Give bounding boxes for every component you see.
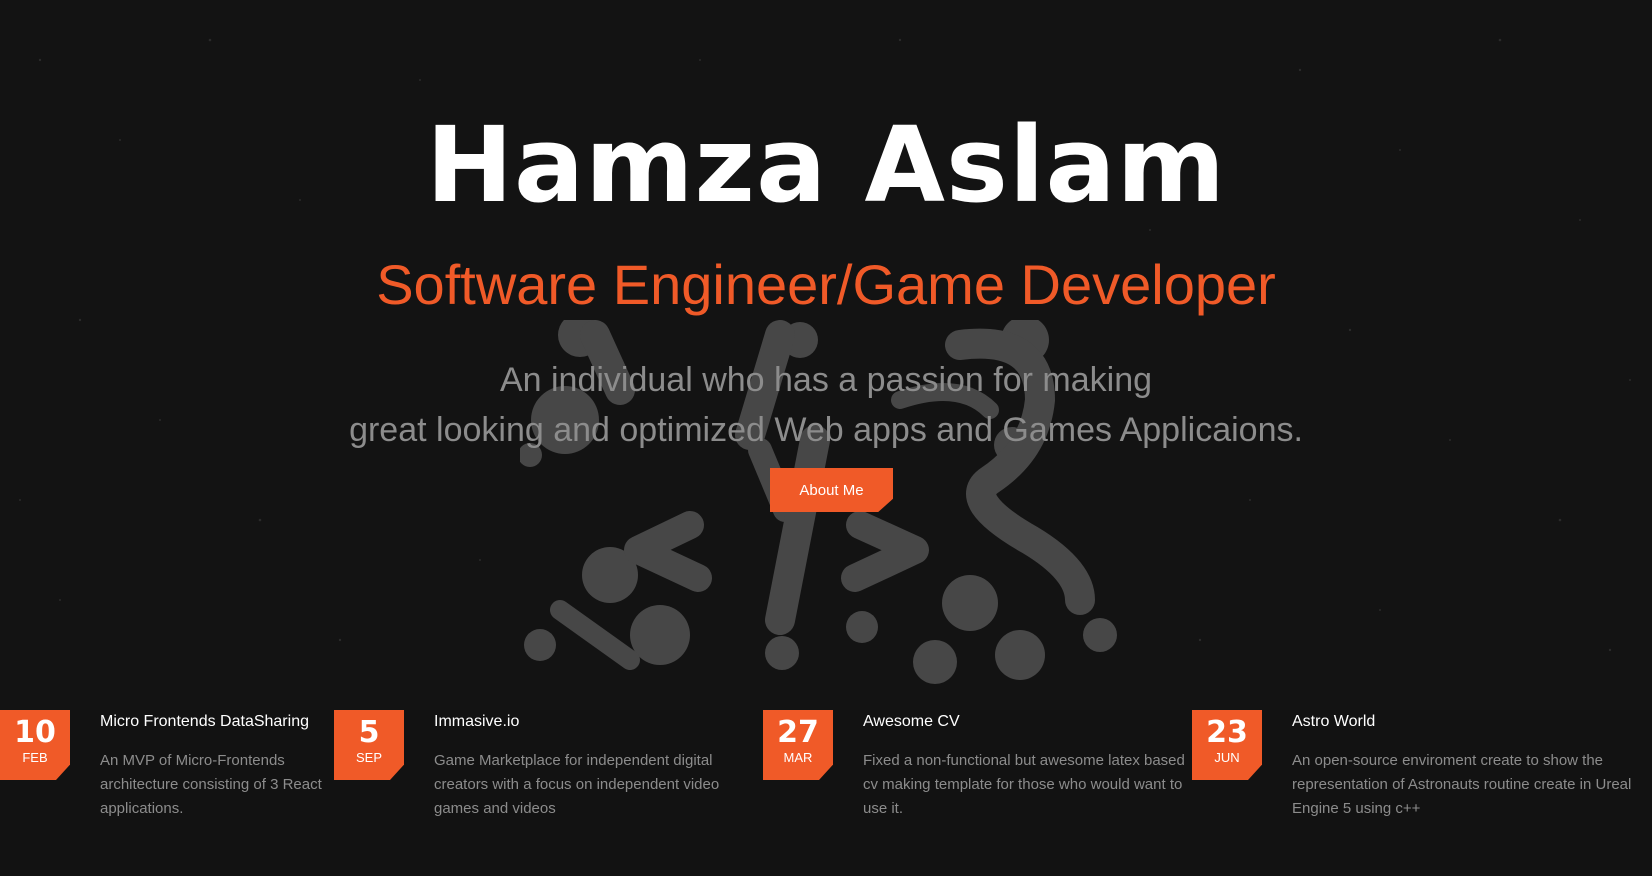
hero-title: Hamza Aslam [425, 104, 1227, 226]
hero-description-line-1: An individual who has a passion for maki… [499, 361, 1153, 399]
projects-strip: 10 FEB Micro Frontends DataSharing An MV… [0, 710, 1652, 876]
date-month: JUN [1214, 750, 1240, 765]
project-description: Game Marketplace for independent digital… [434, 752, 720, 817]
date-day: 23 [1206, 715, 1248, 750]
project-description: An MVP of Micro-Frontends architecture c… [100, 752, 322, 817]
date-badge: 5 SEP [334, 710, 404, 780]
project-item-micro-frontends[interactable]: 10 FEB Micro Frontends DataSharing An MV… [0, 710, 330, 876]
date-badge: 23 JUN [1192, 710, 1262, 780]
date-day: 27 [777, 715, 819, 750]
project-item-astro-world[interactable]: 23 JUN Astro World An open-source enviro… [1192, 710, 1652, 876]
project-title[interactable]: Astro World [1292, 712, 1622, 732]
date-day: 10 [14, 715, 56, 750]
hero-subtitle: Software Engineer/Game Developer [376, 253, 1276, 316]
date-month: FEB [22, 750, 48, 765]
project-item-awesome-cv[interactable]: 27 MAR Awesome CV Fixed a non-functional… [763, 710, 1185, 876]
hero-section: Hamza Aslam Software Engineer/Game Devel… [0, 0, 1652, 710]
date-badge: 27 MAR [763, 710, 833, 780]
project-item-immasive[interactable]: 5 SEP Immasive.io Game Marketplace for i… [334, 710, 754, 876]
date-month: SEP [355, 750, 382, 765]
date-month: MAR [783, 750, 813, 765]
about-me-button[interactable]: About Me [770, 468, 893, 512]
project-title[interactable]: Immasive.io [434, 712, 764, 732]
project-description: Fixed a non-functional but awesome latex… [863, 752, 1185, 817]
date-badge: 10 FEB [0, 710, 70, 780]
project-description: An open-source enviroment create to show… [1292, 752, 1632, 817]
hero-description-line-2: great looking and optimized Web apps and… [349, 411, 1303, 449]
hero-description: An individual who has a passion for maki… [0, 355, 1652, 455]
project-title[interactable]: Awesome CV [863, 712, 1193, 732]
date-day: 5 [358, 715, 380, 750]
